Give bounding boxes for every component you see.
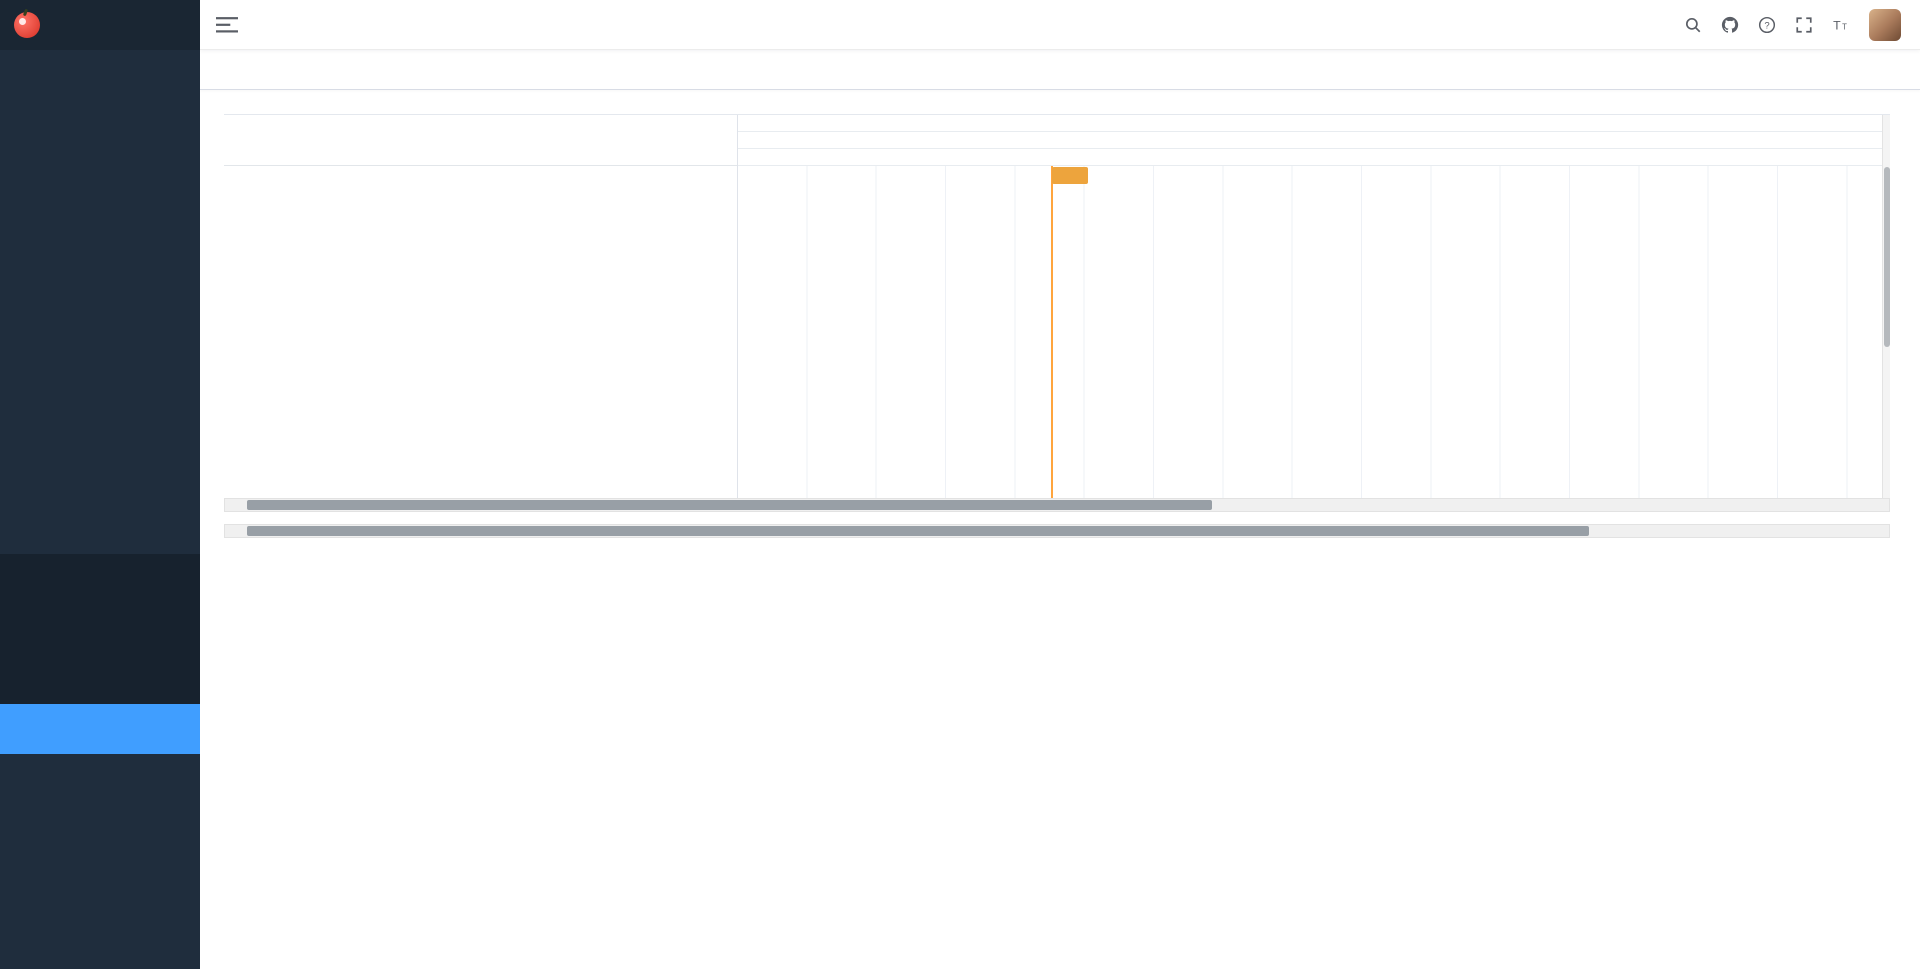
gantt-vertical-scrollbar[interactable] xyxy=(1882,115,1890,498)
sidebar-subitem-0[interactable] xyxy=(0,554,200,604)
gantt-chart-body xyxy=(738,166,1882,498)
sidebar-item-1[interactable] xyxy=(0,106,200,162)
navbar-actions: ? TT xyxy=(1684,9,1904,41)
sidebar-item-7[interactable] xyxy=(0,442,200,498)
sidebar-item-4[interactable] xyxy=(0,274,200,330)
timeline-day-row xyxy=(738,132,1882,149)
page-content xyxy=(200,114,1920,538)
sidebar-item-0[interactable] xyxy=(0,50,200,106)
orders-horizontal-scrollbar[interactable] xyxy=(224,524,1890,538)
gantt-panel xyxy=(224,114,1890,498)
svg-text:T: T xyxy=(1833,18,1841,32)
gantt-grid-header xyxy=(224,115,737,166)
gantt-horizontal-scrollbar[interactable] xyxy=(224,498,1890,512)
user-menu[interactable] xyxy=(1869,9,1904,41)
arrow-left-icon[interactable] xyxy=(225,499,239,511)
sidebar-subitem-1[interactable] xyxy=(0,604,200,654)
avatar[interactable] xyxy=(1869,9,1901,41)
hamburger-icon[interactable] xyxy=(216,16,238,34)
sidebar-menu xyxy=(0,50,200,754)
sidebar-item-6[interactable] xyxy=(0,386,200,442)
sidebar-subitem-2[interactable] xyxy=(0,654,200,704)
arrow-right-icon[interactable] xyxy=(1875,499,1889,511)
app-logo-icon xyxy=(14,12,40,38)
today-marker-line xyxy=(1051,166,1053,498)
sidebar-item-3[interactable] xyxy=(0,218,200,274)
scrollbar-thumb[interactable] xyxy=(247,500,1212,510)
main-area: ? TT xyxy=(200,0,1920,969)
sidebar-item-8[interactable] xyxy=(0,498,200,554)
svg-text:?: ? xyxy=(1764,20,1769,31)
scrollbar-thumb[interactable] xyxy=(247,526,1589,536)
search-icon[interactable] xyxy=(1684,16,1702,34)
arrow-left-icon[interactable] xyxy=(225,525,239,537)
sidebar-item-5[interactable] xyxy=(0,330,200,386)
timeline-hour-row xyxy=(738,149,1882,166)
sidebar-item-2[interactable] xyxy=(0,162,200,218)
gantt-timeline xyxy=(737,115,1882,498)
fullscreen-icon[interactable] xyxy=(1795,16,1813,34)
navbar: ? TT xyxy=(200,0,1920,50)
scrollbar-thumb[interactable] xyxy=(1884,167,1890,347)
app-logo[interactable] xyxy=(0,0,200,50)
font-size-icon[interactable]: TT xyxy=(1832,16,1850,34)
timeline-range-label xyxy=(738,115,1882,132)
github-icon[interactable] xyxy=(1721,16,1739,34)
today-badge xyxy=(1052,167,1088,184)
gantt-grid-body xyxy=(224,166,737,498)
gantt-task-grid xyxy=(224,115,737,498)
tags-bar xyxy=(200,50,1920,90)
help-icon[interactable]: ? xyxy=(1758,16,1776,34)
arrow-right-icon[interactable] xyxy=(1875,525,1889,537)
svg-text:T: T xyxy=(1842,22,1847,31)
sidebar-submenu xyxy=(0,554,200,754)
sidebar xyxy=(0,0,200,969)
sidebar-subitem-3[interactable] xyxy=(0,704,200,754)
